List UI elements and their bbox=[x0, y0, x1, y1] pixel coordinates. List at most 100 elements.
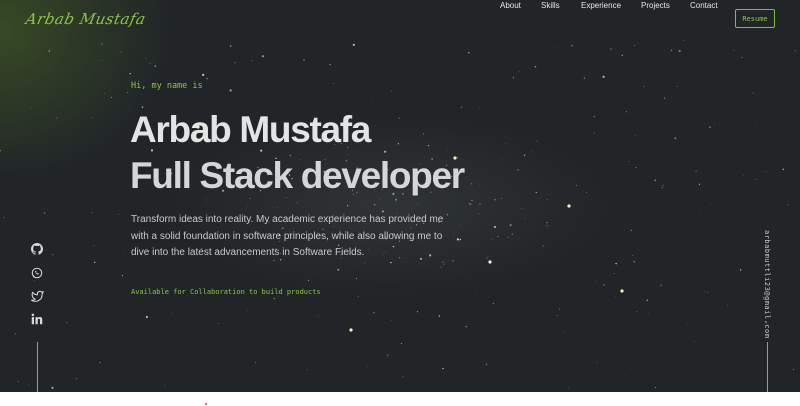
star bbox=[794, 50, 796, 52]
resume-button[interactable]: Resume bbox=[735, 9, 775, 28]
star bbox=[511, 233, 514, 236]
star bbox=[765, 170, 767, 172]
twitter-icon[interactable] bbox=[30, 289, 44, 303]
star bbox=[261, 55, 264, 58]
star bbox=[524, 154, 526, 156]
star bbox=[755, 121, 757, 123]
bright-star bbox=[620, 289, 624, 293]
star bbox=[492, 302, 494, 304]
star bbox=[596, 361, 598, 363]
nav-skills[interactable]: Skills bbox=[541, 0, 560, 12]
nav-projects[interactable]: Projects bbox=[641, 0, 670, 12]
logo[interactable]: Arbab Mustafa bbox=[24, 10, 147, 28]
star bbox=[575, 184, 577, 186]
star bbox=[379, 199, 380, 201]
star bbox=[247, 205, 248, 207]
star bbox=[687, 323, 689, 325]
star bbox=[332, 295, 334, 297]
star bbox=[636, 311, 638, 313]
star bbox=[456, 238, 459, 241]
star bbox=[559, 308, 561, 310]
greeting-text: Hi, my name is bbox=[131, 81, 203, 91]
star bbox=[333, 82, 335, 85]
linkedin-icon[interactable] bbox=[30, 312, 44, 326]
hero-name: Arbab Mustafa bbox=[130, 109, 371, 150]
star bbox=[678, 49, 681, 53]
star bbox=[308, 279, 310, 281]
star bbox=[417, 202, 419, 204]
star bbox=[660, 284, 662, 286]
star bbox=[296, 202, 298, 204]
star bbox=[94, 261, 96, 264]
star bbox=[478, 185, 480, 186]
star bbox=[329, 64, 331, 66]
star bbox=[33, 280, 35, 282]
star bbox=[442, 367, 444, 370]
star bbox=[141, 106, 144, 109]
star bbox=[479, 107, 480, 109]
star bbox=[485, 363, 488, 365]
github-icon[interactable] bbox=[30, 242, 44, 256]
star bbox=[91, 117, 93, 118]
star bbox=[395, 198, 398, 201]
star bbox=[14, 333, 16, 335]
star bbox=[632, 254, 634, 256]
star bbox=[0, 150, 1, 152]
star bbox=[479, 203, 481, 205]
star bbox=[446, 149, 448, 151]
nav-experience[interactable]: Experience bbox=[581, 0, 621, 12]
star bbox=[230, 45, 232, 47]
star bbox=[486, 257, 488, 259]
star bbox=[400, 343, 402, 344]
star bbox=[714, 123, 715, 125]
star bbox=[628, 161, 630, 163]
star bbox=[542, 245, 544, 247]
star bbox=[468, 52, 470, 54]
star bbox=[491, 239, 493, 241]
star bbox=[397, 143, 400, 145]
star bbox=[494, 199, 496, 201]
star bbox=[654, 179, 656, 181]
star bbox=[546, 198, 548, 200]
star bbox=[438, 315, 441, 317]
star bbox=[285, 197, 287, 199]
nav-contact[interactable]: Contact bbox=[690, 0, 718, 12]
star bbox=[306, 369, 308, 371]
star bbox=[674, 137, 677, 140]
star bbox=[621, 54, 623, 56]
star bbox=[111, 97, 112, 98]
whatsapp-icon[interactable] bbox=[30, 266, 44, 280]
star bbox=[521, 208, 523, 210]
star bbox=[145, 57, 147, 59]
star bbox=[249, 198, 251, 200]
star bbox=[391, 90, 393, 92]
star bbox=[465, 325, 467, 328]
star bbox=[630, 229, 632, 232]
star bbox=[459, 238, 462, 241]
star bbox=[487, 256, 489, 257]
star bbox=[546, 222, 548, 224]
star bbox=[352, 43, 355, 47]
star bbox=[517, 169, 519, 171]
star bbox=[347, 205, 349, 207]
star bbox=[387, 354, 389, 356]
star bbox=[478, 213, 480, 215]
star bbox=[27, 384, 29, 386]
star bbox=[502, 158, 504, 160]
star bbox=[234, 61, 236, 64]
star bbox=[733, 49, 735, 51]
star bbox=[91, 211, 93, 213]
star bbox=[509, 224, 512, 227]
star bbox=[571, 45, 573, 47]
star bbox=[442, 261, 444, 263]
nav-about[interactable]: About bbox=[500, 0, 521, 12]
star bbox=[229, 89, 232, 92]
star bbox=[646, 299, 648, 302]
hero-role: Full Stack developer bbox=[130, 155, 465, 196]
star bbox=[372, 100, 374, 102]
star bbox=[384, 150, 387, 153]
star bbox=[276, 207, 278, 208]
email-link[interactable]: arbabmuttli23@gmail.com bbox=[763, 230, 771, 338]
star bbox=[662, 184, 664, 187]
star bbox=[471, 199, 473, 202]
